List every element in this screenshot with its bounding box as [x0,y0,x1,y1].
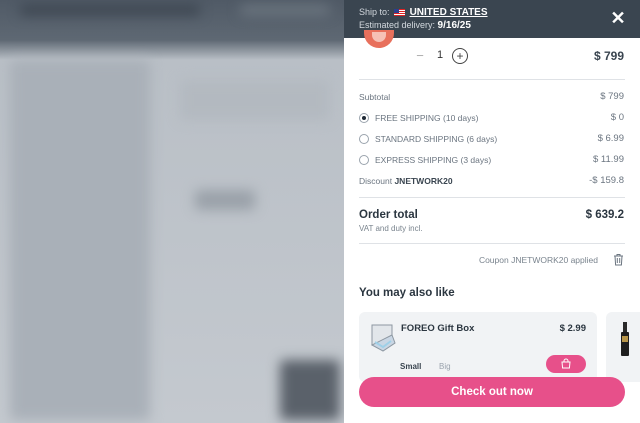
subtotal-label: Subtotal [359,92,391,102]
us-flag-icon [394,8,406,16]
express-shipping-label[interactable]: EXPRESS SHIPPING (3 days) [375,155,491,165]
checkout-button[interactable]: Check out now [359,377,625,407]
standard-shipping-radio[interactable] [359,134,369,144]
standard-shipping-label[interactable]: STANDARD SHIPPING (6 days) [375,134,497,144]
product-price: $ 2.99 [559,323,586,334]
gift-box-image [370,324,396,352]
express-shipping-radio[interactable] [359,155,369,165]
close-icon[interactable]: ✕ [608,8,628,28]
shopping-bag-icon [561,358,571,369]
background-page-overlay [0,0,344,423]
discount-value: -$ 159.8 [589,175,624,186]
trash-icon[interactable] [613,253,624,266]
ship-to-country-link[interactable]: UNITED STATES [410,7,488,18]
decrease-quantity-button[interactable]: − [412,48,428,64]
product-name: FOREO Gift Box [401,323,475,334]
standard-shipping-price: $ 6.99 [597,133,624,144]
express-shipping-price: $ 11.99 [593,154,624,165]
upsell-title: You may also like [359,287,455,299]
product-card-partial[interactable] [606,312,640,382]
quantity-stepper: − 1 + [412,47,472,65]
size-option-big[interactable]: Big [439,362,451,371]
coupon-applied-text: Coupon JNETWORK20 applied [478,255,598,265]
free-shipping-label[interactable]: FREE SHIPPING (10 days) [375,113,478,123]
vat-note: VAT and duty incl. [359,224,423,233]
discount-code: JNETWORK20 [394,176,453,186]
size-option-small[interactable]: Small [400,362,421,371]
divider [359,79,625,80]
cart-item-thumbnail [364,30,394,48]
divider [359,243,625,244]
divider [359,197,625,198]
product-card[interactable]: FOREO Gift Box $ 2.99 Small Big [359,312,597,382]
discount-label: Discount [359,176,393,186]
ship-to-label: Ship to: [359,7,390,17]
cart-drawer: Ship to: UNITED STATES Estimated deliver… [344,0,640,423]
discount-row-label: Discount JNETWORK20 [359,176,453,186]
increase-quantity-button[interactable]: + [452,48,468,64]
subtotal-value: $ 799 [600,91,624,102]
order-total-value: $ 639.2 [585,209,624,221]
serum-bottle-image [621,322,629,356]
free-shipping-radio[interactable] [359,113,369,123]
cart-item-price: $ 799 [593,49,624,63]
delivery-label: Estimated delivery: [359,20,436,30]
add-to-bag-button[interactable] [546,355,586,373]
free-shipping-price: $ 0 [610,112,624,123]
order-total-label: Order total [359,209,418,221]
quantity-value: 1 [436,49,444,61]
ship-to-line: Ship to: UNITED STATES [359,7,488,18]
delivery-date: 9/16/25 [437,20,471,31]
